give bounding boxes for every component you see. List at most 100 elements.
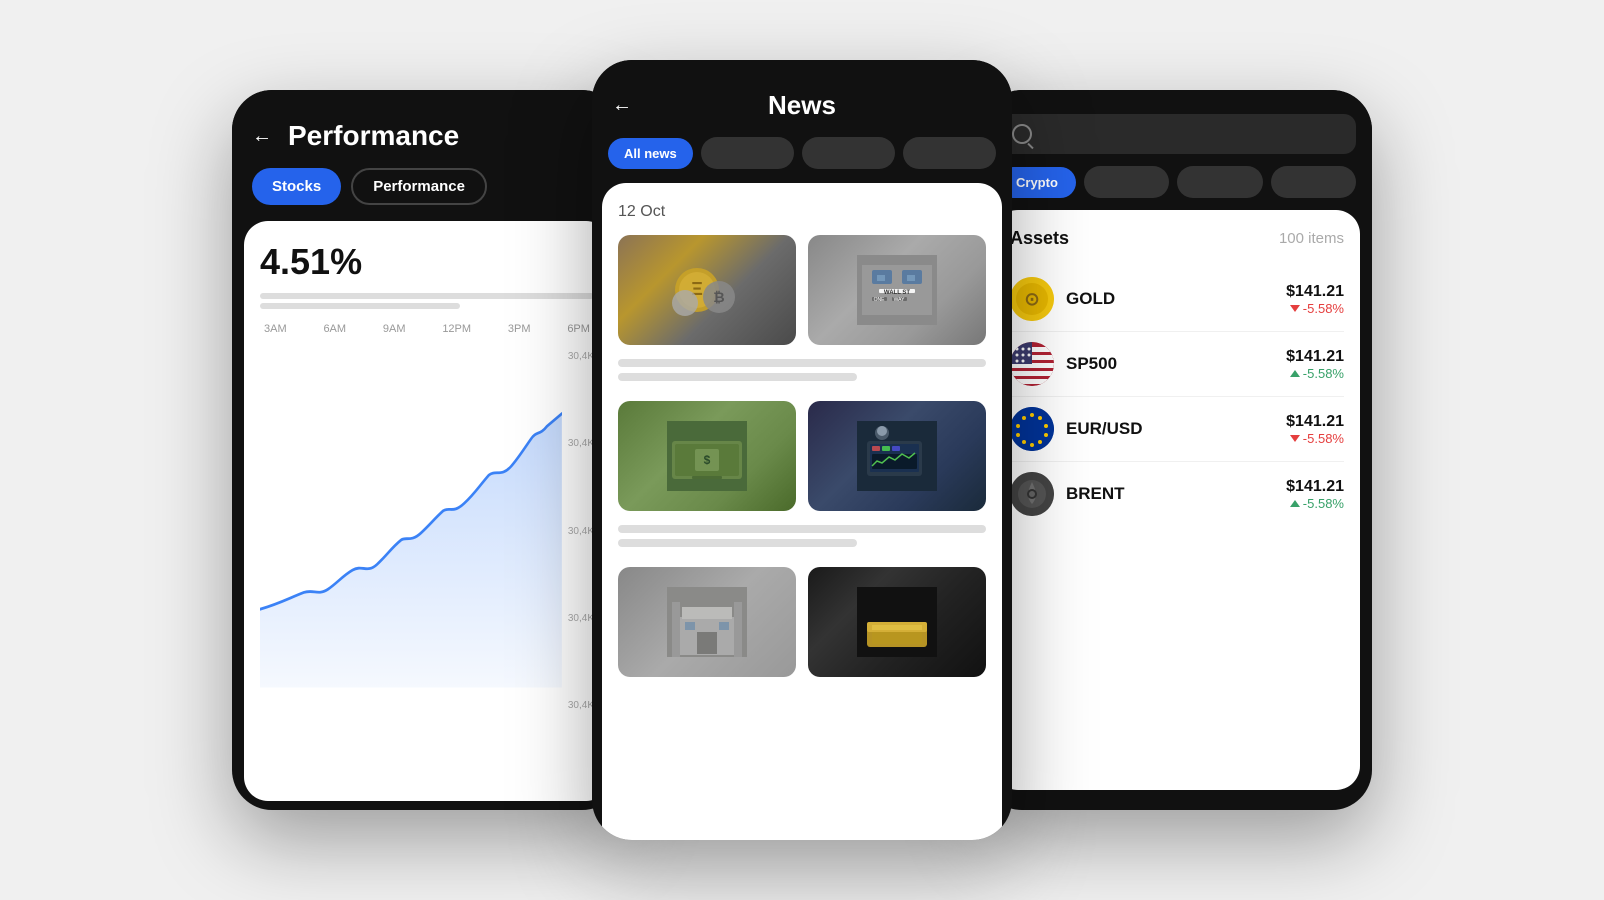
news-phone: ← News All news 12 Oct Ξ bbox=[592, 60, 1012, 840]
crypto-filter-tabs: Crypto bbox=[982, 166, 1372, 210]
gold-name: GOLD bbox=[1066, 289, 1286, 309]
sp500-price: $141.21 bbox=[1286, 348, 1344, 366]
gold-icon: ⊙ bbox=[1010, 277, 1054, 321]
sp500-price-container: $141.21 -5.58% bbox=[1286, 348, 1344, 381]
y-label-1: 30,4K bbox=[568, 351, 594, 362]
y-label-5: 30,4K bbox=[568, 700, 594, 711]
stocks-tab[interactable]: Stocks bbox=[252, 168, 341, 205]
performance-tab[interactable]: Performance bbox=[351, 168, 487, 205]
eurusd-change: -5.58% bbox=[1286, 431, 1344, 446]
news-grid-row3 bbox=[618, 567, 986, 677]
brent-change-value: -5.58% bbox=[1303, 496, 1344, 511]
eurusd-change-value: -5.58% bbox=[1303, 431, 1344, 446]
crypto-tab-pill-1[interactable] bbox=[1084, 166, 1169, 198]
table-row[interactable]: EUR/USD $141.21 -5.58% bbox=[1010, 397, 1344, 462]
news-card-gold[interactable] bbox=[808, 567, 986, 677]
chart-area: 30,4K 30,4K 30,4K 30,4K 30,4K bbox=[260, 341, 594, 721]
time-label-3am: 3AM bbox=[264, 323, 287, 335]
sp500-name: SP500 bbox=[1066, 354, 1286, 374]
search-icon bbox=[1012, 124, 1032, 144]
table-row[interactable]: BRENT $141.21 -5.58% bbox=[1010, 462, 1344, 526]
svg-text:WAY: WAY bbox=[894, 297, 905, 303]
news-content: 12 Oct Ξ ₿ bbox=[602, 183, 1002, 840]
assets-container: Assets 100 items ⊙ GOLD $141.21 bbox=[994, 210, 1360, 790]
perf-chart-container: 4.51% 3AM 6AM 9AM 12PM 3PM 6PM bbox=[244, 221, 610, 801]
assets-count: 100 items bbox=[1279, 230, 1344, 247]
crypto-tab-pill-3[interactable] bbox=[1271, 166, 1356, 198]
gold-price-container: $141.21 -5.58% bbox=[1286, 283, 1344, 316]
news-img-wall: WALL ST ONE WAY bbox=[808, 235, 986, 345]
performance-phone: ← Performance Stocks Performance 4.51% 3… bbox=[232, 90, 622, 810]
time-label-9am: 9AM bbox=[383, 323, 406, 335]
news-date: 12 Oct bbox=[618, 203, 986, 221]
crypto-phone: Crypto Assets 100 items ⊙ GOLD bbox=[982, 90, 1372, 810]
time-label-6am: 6AM bbox=[323, 323, 346, 335]
gold-change-value: -5.58% bbox=[1303, 301, 1344, 316]
news-text-lines-2 bbox=[618, 525, 986, 547]
y-label-2: 30,4K bbox=[568, 438, 594, 449]
news-text-lines-1 bbox=[618, 359, 986, 381]
chart-svg bbox=[260, 341, 562, 721]
news-title: News bbox=[648, 90, 956, 121]
news-tab-pill-3[interactable] bbox=[903, 137, 996, 169]
perf-bar-full bbox=[260, 293, 594, 299]
gold-change-arrow bbox=[1290, 305, 1300, 312]
news-card-wallstreet[interactable]: WALL ST ONE WAY bbox=[808, 235, 986, 345]
gold-change: -5.58% bbox=[1286, 301, 1344, 316]
assets-title: Assets bbox=[1010, 228, 1069, 249]
brent-change-arrow bbox=[1290, 500, 1300, 507]
search-input-container[interactable] bbox=[998, 114, 1356, 154]
news-card-building[interactable] bbox=[618, 567, 796, 677]
brent-change: -5.58% bbox=[1286, 496, 1344, 511]
news-text-line-2a bbox=[618, 525, 986, 533]
eurusd-change-arrow bbox=[1290, 435, 1300, 442]
y-label-4: 30,4K bbox=[568, 613, 594, 624]
brent-price-container: $141.21 -5.58% bbox=[1286, 478, 1344, 511]
all-news-tab[interactable]: All news bbox=[608, 138, 693, 169]
news-grid-row2: $ bbox=[618, 401, 986, 511]
brent-name: BRENT bbox=[1066, 484, 1286, 504]
y-label-3: 30,4K bbox=[568, 526, 594, 537]
time-label-12pm: 12PM bbox=[442, 323, 471, 335]
assets-header: Assets 100 items bbox=[1010, 228, 1344, 249]
gold-price: $141.21 bbox=[1286, 283, 1344, 301]
perf-header: ← Performance bbox=[232, 90, 622, 168]
sp500-icon bbox=[1010, 342, 1054, 386]
eurusd-icon bbox=[1010, 407, 1054, 451]
news-tab-pill-1[interactable] bbox=[701, 137, 794, 169]
eurusd-name: EUR/USD bbox=[1066, 419, 1286, 439]
sp500-change: -5.58% bbox=[1286, 366, 1344, 381]
news-card-cash[interactable]: $ bbox=[618, 401, 796, 511]
news-back-icon[interactable]: ← bbox=[612, 94, 632, 117]
svg-text:WALL ST: WALL ST bbox=[884, 290, 911, 296]
brent-price: $141.21 bbox=[1286, 478, 1344, 496]
svg-text:ONE: ONE bbox=[874, 297, 886, 303]
chart-y-labels: 30,4K 30,4K 30,4K 30,4K 30,4K bbox=[568, 341, 594, 721]
search-input[interactable] bbox=[1042, 124, 1342, 144]
table-row[interactable]: ⊙ GOLD $141.21 -5.58% bbox=[1010, 267, 1344, 332]
perf-bar-container bbox=[260, 293, 594, 309]
time-label-3pm: 3PM bbox=[508, 323, 531, 335]
news-img-trader bbox=[808, 401, 986, 511]
news-card-trader[interactable] bbox=[808, 401, 986, 511]
eurusd-price: $141.21 bbox=[1286, 413, 1344, 431]
crypto-search-bar bbox=[982, 90, 1372, 166]
svg-text:$: $ bbox=[704, 453, 711, 467]
perf-bar-half bbox=[260, 303, 460, 309]
news-img-gold bbox=[808, 567, 986, 677]
chart-time-labels: 3AM 6AM 9AM 12PM 3PM 6PM bbox=[260, 323, 594, 335]
news-header: ← News bbox=[592, 60, 1012, 137]
news-img-cash: $ bbox=[618, 401, 796, 511]
news-tab-pill-2[interactable] bbox=[802, 137, 895, 169]
back-arrow-icon[interactable]: ← bbox=[252, 125, 272, 148]
news-card-coins[interactable]: Ξ ₿ bbox=[618, 235, 796, 345]
sp500-change-arrow bbox=[1290, 370, 1300, 377]
crypto-tab-pill-2[interactable] bbox=[1177, 166, 1262, 198]
table-row[interactable]: SP500 $141.21 -5.58% bbox=[1010, 332, 1344, 397]
perf-percentage: 4.51% bbox=[260, 241, 594, 283]
eurusd-price-container: $141.21 -5.58% bbox=[1286, 413, 1344, 446]
news-img-coins: Ξ ₿ bbox=[618, 235, 796, 345]
perf-title: Performance bbox=[288, 120, 459, 152]
news-text-line-1a bbox=[618, 359, 986, 367]
time-label-6pm: 6PM bbox=[567, 323, 590, 335]
